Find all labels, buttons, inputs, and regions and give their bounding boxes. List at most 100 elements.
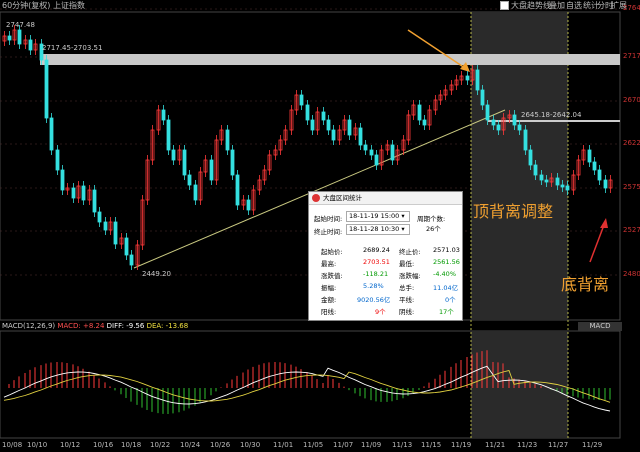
date-tick: 11/07 — [333, 441, 354, 449]
date-tick: 10/10 — [27, 441, 48, 449]
candle-body — [369, 149, 374, 156]
end-time-label: 终止时间: — [314, 228, 343, 236]
stat-label: 涨跌幅: — [399, 272, 421, 280]
range-stats-dialog[interactable]: 大盘区间统计 起始时间: 18-11-19 15:00 ▾ 终止时间: 18-1… — [308, 191, 463, 321]
macd-name: MACD(12,26,9) — [2, 322, 56, 330]
candle-body — [417, 104, 422, 121]
candle-body — [565, 185, 570, 191]
candle-body — [592, 161, 597, 171]
candle-body — [129, 254, 134, 266]
candle-body — [60, 169, 65, 191]
candle-body — [103, 221, 108, 231]
period-count-label: 周期个数: — [417, 215, 446, 223]
candle-body — [28, 39, 33, 51]
date-tick: 11/15 — [421, 441, 442, 449]
candle-body — [209, 159, 214, 181]
candle-body — [533, 164, 538, 176]
date-tick: 10/26 — [210, 441, 231, 449]
arrow-head — [600, 218, 608, 228]
candle-body — [560, 184, 565, 188]
candle-body — [161, 109, 166, 121]
bottom-divergence-caption: 底背离 — [561, 275, 610, 294]
date-tick: 10/18 — [121, 441, 142, 449]
candle-body — [528, 149, 533, 166]
candle-body — [97, 211, 102, 223]
candle-body — [7, 35, 12, 41]
date-tick: 11/23 — [517, 441, 538, 449]
date-tick: 11/27 — [548, 441, 569, 449]
low-marker: 2449.20 — [142, 270, 171, 278]
watchlist-menu[interactable]: 自选 — [566, 0, 582, 12]
stat-label: 阴线: — [399, 308, 415, 316]
date-tick: 11/01 — [273, 441, 294, 449]
candle-body — [555, 177, 560, 186]
stat-label: 阳线: — [321, 308, 337, 316]
app-icon — [312, 194, 320, 202]
stat-value: 2703.51 — [363, 258, 390, 266]
stat-value: 17个 — [439, 308, 454, 316]
candle-body — [17, 29, 22, 45]
stat-label: 平线: — [399, 296, 415, 304]
candle-body — [44, 59, 49, 119]
band-label: 2717.45-2703.51 — [42, 44, 103, 52]
date-tick: 10/24 — [180, 441, 201, 449]
candle-body — [491, 119, 496, 126]
right-band-label: 2645.18-2642.04 — [521, 111, 582, 119]
candle-body — [166, 119, 171, 151]
stat-value: 2571.03 — [433, 246, 460, 254]
diff-value: DIFF: -9.56 — [106, 322, 145, 330]
candle-body — [587, 149, 592, 163]
trend-option[interactable]: 大盘趋势线 — [500, 0, 551, 12]
date-tick: 10/12 — [60, 441, 81, 449]
price-tick: 2480 — [623, 270, 640, 278]
dialog-header[interactable]: 大盘区间统计 — [309, 192, 462, 205]
stat-value: 9020.56亿 — [357, 296, 391, 304]
stat-value: 11.04亿 — [433, 284, 459, 292]
overlay-menu[interactable]: 叠加 — [549, 0, 565, 12]
candle-body — [597, 169, 602, 181]
resistance-band — [40, 54, 620, 65]
candle-body — [374, 154, 379, 166]
price-tick: 2670 — [623, 96, 640, 104]
chart-title: 60分钟(复权) 上证指数 — [2, 1, 85, 10]
price-tick: 2764 — [623, 4, 640, 12]
candle-body — [496, 124, 501, 131]
period-count-value: 26个 — [426, 225, 441, 233]
date-tick: 10/08 — [2, 441, 23, 449]
candle-body — [523, 129, 528, 151]
macd-header: MACD(12,26,9) MACD: +8.24 DIFF: -9.56 DE… — [2, 322, 188, 330]
candle-body — [124, 237, 129, 256]
start-time-select[interactable]: 18-11-19 15:00 ▾ — [346, 211, 410, 222]
end-time-select[interactable]: 18-11-28 10:30 ▾ — [346, 224, 410, 235]
candle-body — [544, 179, 549, 183]
candle-body — [225, 129, 230, 151]
stat-value: 2561.56 — [433, 258, 460, 266]
candle-body — [331, 129, 336, 141]
candle-body — [187, 174, 192, 186]
start-time-label: 起始时间: — [314, 215, 343, 223]
stat-label: 最高: — [321, 260, 337, 268]
candle-body — [113, 221, 118, 245]
candle-body — [347, 119, 352, 136]
price-tick: 2575 — [623, 183, 640, 191]
indicator-select[interactable]: MACD — [578, 322, 622, 331]
stat-label: 涨跌值: — [321, 272, 343, 280]
candle-body — [603, 179, 608, 189]
candle-body — [171, 149, 176, 161]
candle-body — [422, 119, 427, 126]
high-marker: 2747.48 — [6, 21, 35, 29]
price-tick: 2527 — [623, 226, 640, 234]
price-tick: 2622 — [623, 139, 640, 147]
stat-label: 金额: — [321, 296, 337, 304]
candle-body — [182, 149, 187, 176]
candle-body — [55, 149, 60, 171]
stat-label: 起始价: — [321, 248, 343, 256]
candle-body — [305, 104, 310, 121]
date-tick: 10/16 — [93, 441, 114, 449]
candle-body — [230, 149, 235, 176]
candle-body — [480, 89, 485, 106]
candle-body — [517, 124, 522, 131]
candle-body — [71, 187, 76, 199]
candle-body — [539, 174, 544, 181]
checkbox-icon[interactable] — [500, 1, 509, 10]
